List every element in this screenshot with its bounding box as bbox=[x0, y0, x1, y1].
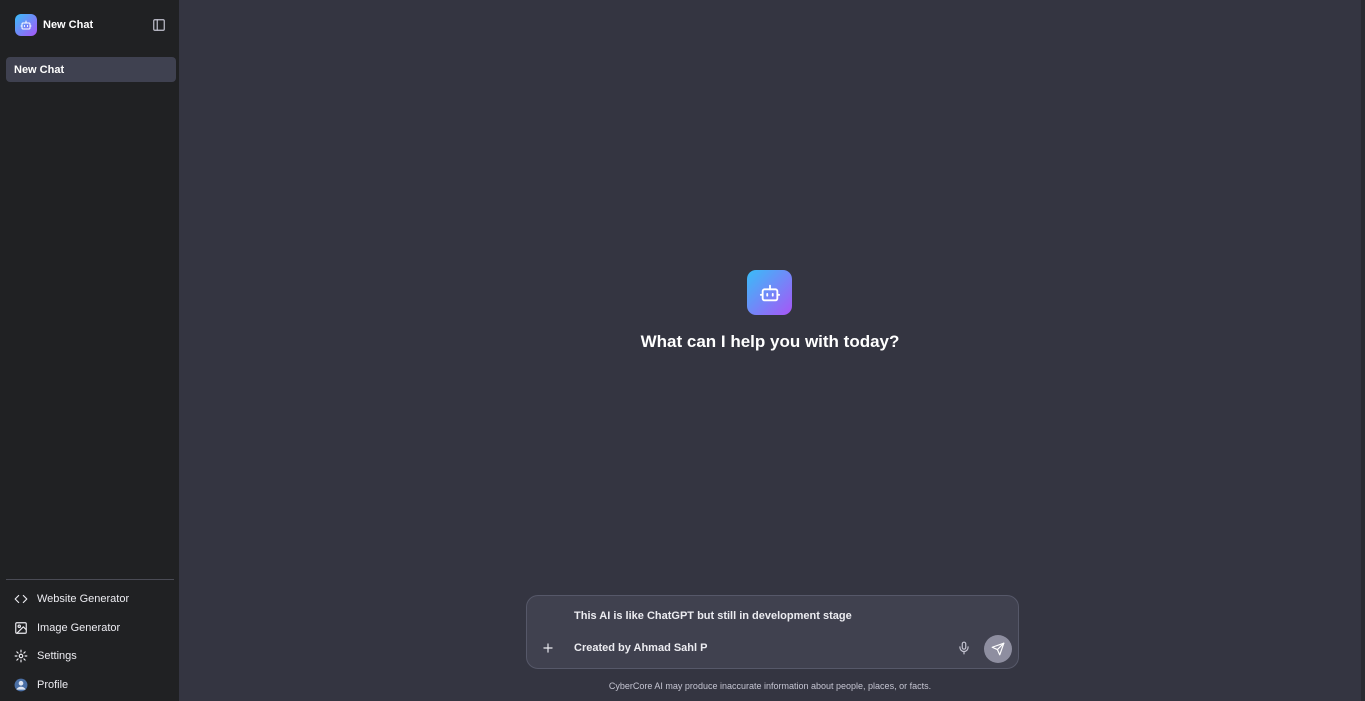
message-composer[interactable]: This AI is like ChatGPT but still in dev… bbox=[526, 595, 1019, 669]
settings-link[interactable]: Settings bbox=[6, 642, 176, 671]
image-generator-label: Image Generator bbox=[37, 621, 121, 634]
code-icon bbox=[14, 592, 28, 606]
chat-list-item[interactable]: New Chat bbox=[6, 57, 176, 82]
robot-icon bbox=[15, 14, 37, 36]
sidebar-header: New Chat bbox=[15, 14, 167, 36]
avatar bbox=[14, 678, 28, 692]
welcome-heading: What can I help you with today? bbox=[640, 332, 900, 351]
sidebar: New Chat New Chat Website Generator Imag bbox=[0, 0, 179, 701]
disclaimer-text: CyberCore AI may produce inaccurate info… bbox=[608, 681, 932, 691]
settings-label: Settings bbox=[37, 650, 77, 663]
image-icon bbox=[14, 621, 28, 635]
send-button[interactable] bbox=[984, 635, 1012, 663]
sidebar-toggle-icon[interactable] bbox=[151, 17, 167, 33]
website-generator-link[interactable]: Website Generator bbox=[6, 585, 176, 614]
gear-icon bbox=[14, 649, 28, 663]
profile-link[interactable]: Profile bbox=[6, 671, 176, 700]
send-icon bbox=[991, 642, 1005, 656]
image-generator-link[interactable]: Image Generator bbox=[6, 614, 176, 643]
robot-icon bbox=[747, 270, 792, 315]
profile-label: Profile bbox=[37, 678, 69, 691]
main-area: What can I help you with today? This AI … bbox=[179, 0, 1365, 701]
composer-text-line[interactable]: This AI is like ChatGPT but still in dev… bbox=[574, 610, 852, 622]
composer-text-line[interactable]: Created by Ahmad Sahl P bbox=[574, 642, 707, 654]
scrollbar[interactable] bbox=[1361, 0, 1365, 701]
sidebar-divider bbox=[6, 579, 174, 580]
microphone-icon[interactable] bbox=[956, 640, 972, 656]
sidebar-title[interactable]: New Chat bbox=[43, 19, 151, 31]
plus-icon[interactable] bbox=[540, 640, 556, 656]
website-generator-label: Website Generator bbox=[37, 593, 130, 606]
sidebar-bottom-menu: Website Generator Image Generator Settin… bbox=[6, 585, 176, 699]
